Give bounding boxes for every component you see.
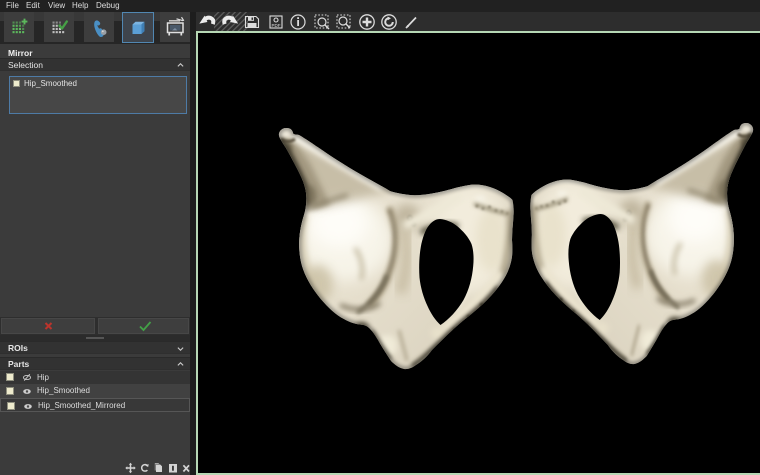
svg-text:PDF: PDF: [272, 23, 281, 28]
